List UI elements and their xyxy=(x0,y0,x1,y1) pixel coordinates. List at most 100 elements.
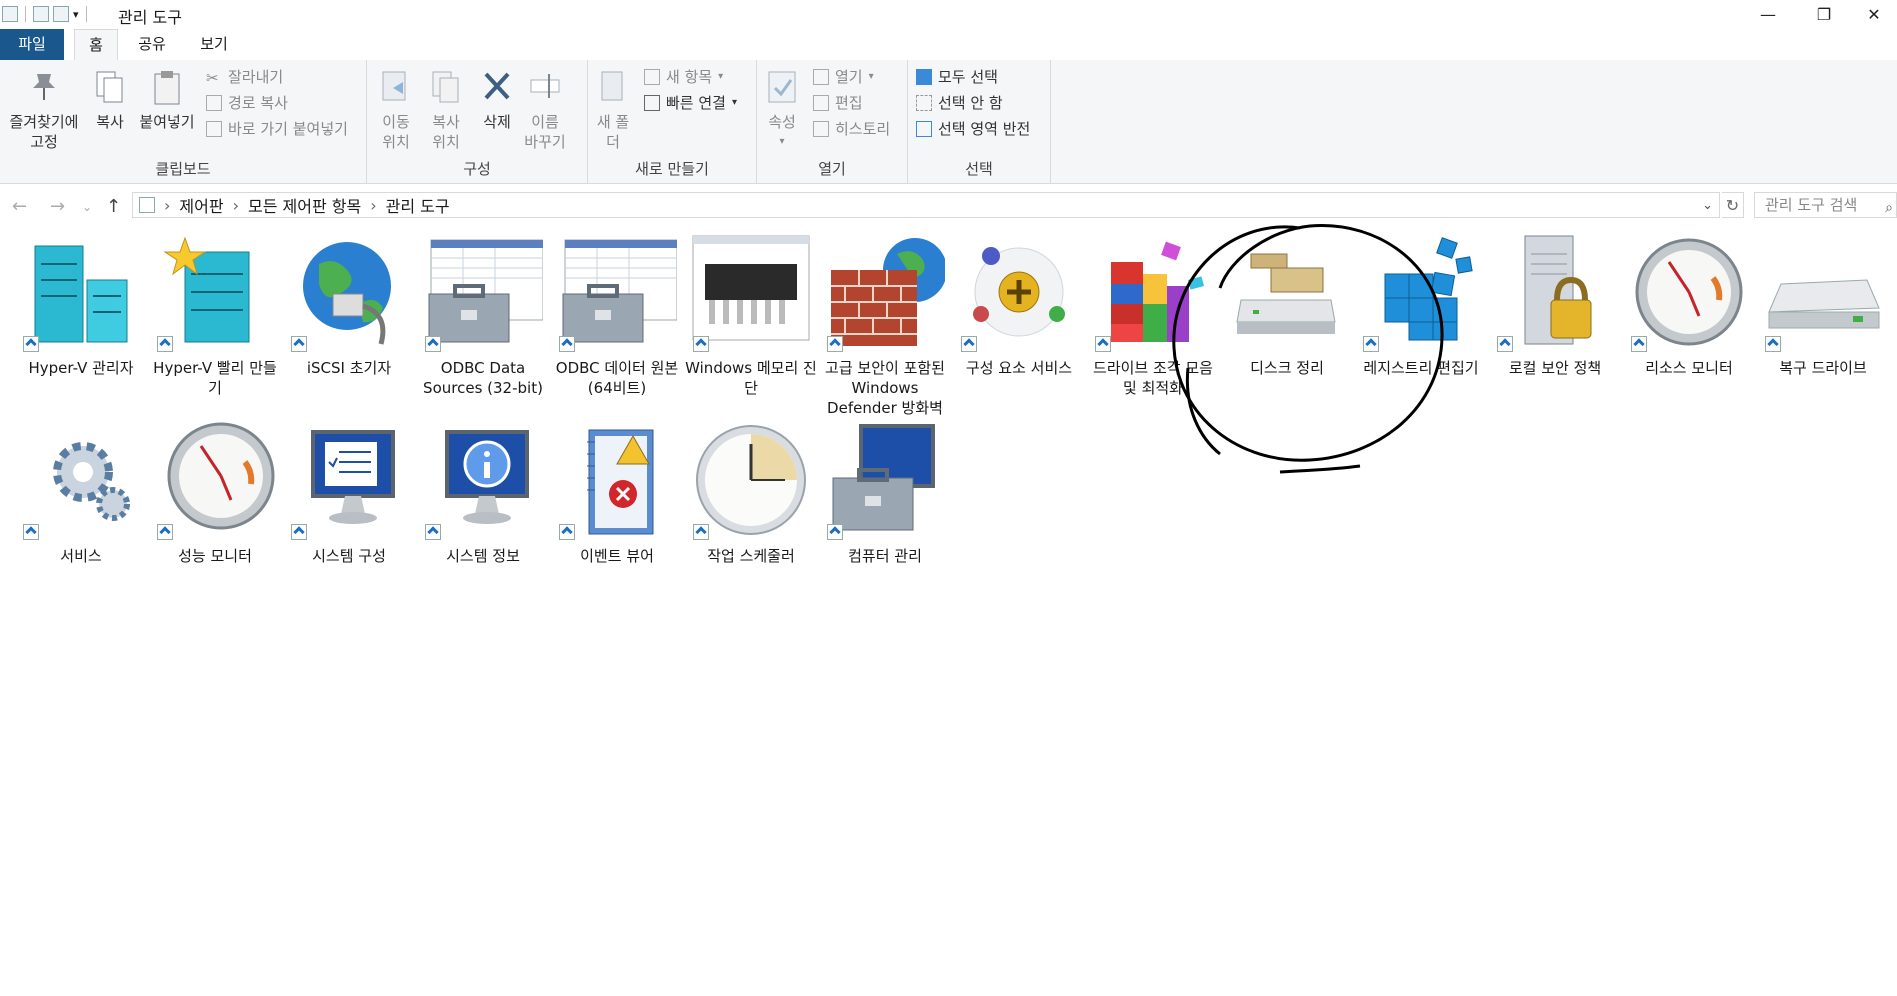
search-placeholder: 관리 도구 검색 xyxy=(1765,196,1858,214)
list-item[interactable]: 성능 모니터 xyxy=(148,422,282,566)
clipboard-group: 즐겨찾기에 고정 복사 붙여넣기 ✂ 잘라내기 경로 복사 바로 가기 붙여넣기… xyxy=(0,60,367,183)
move-to-icon xyxy=(379,68,413,106)
tab-view[interactable]: 보기 xyxy=(194,29,234,60)
copy-path-button[interactable]: 경로 복사 xyxy=(206,92,288,113)
shortcut-arrow-icon xyxy=(961,336,977,352)
dropdown-arrow-icon: ▾ xyxy=(779,136,785,147)
list-item[interactable]: 작업 스케줄러 xyxy=(684,422,818,566)
shortcut-arrow-icon xyxy=(23,524,39,540)
pin-quick-access-button[interactable]: 즐겨찾기에 고정 xyxy=(4,68,84,152)
list-item[interactable]: 컴퓨터 관리 xyxy=(818,422,952,566)
breadcrumb-control-panel[interactable]: 제어판 xyxy=(179,193,223,217)
select-group: 모두 선택 선택 안 함 선택 영역 반전 선택 xyxy=(908,60,1051,183)
move-to-button[interactable]: 이동 위치 xyxy=(375,68,417,152)
toolbox-grid-icon xyxy=(423,234,544,354)
properties-icon[interactable] xyxy=(33,6,49,22)
list-item[interactable]: Hyper-V 빨리 만들기 xyxy=(148,234,282,398)
list-item[interactable]: 고급 보안이 포함된 Windows Defender 방화벽 xyxy=(818,234,952,418)
easy-access-button[interactable]: 빠른 연결 ▾ xyxy=(644,92,737,113)
group-label-select: 선택 xyxy=(965,160,993,178)
select-all-button[interactable]: 모두 선택 xyxy=(916,66,998,87)
item-label: ODBC 데이터 원본(64비트) xyxy=(555,359,679,397)
list-item[interactable]: Windows 메모리 진단 xyxy=(684,234,818,398)
shortcut-arrow-icon xyxy=(1631,336,1647,352)
item-label: Hyper-V 관리자 xyxy=(28,359,134,377)
tab-home[interactable]: 홈 xyxy=(74,29,118,61)
title-bar: ▾ 관리 도구 — ❐ ✕ xyxy=(0,0,1897,29)
open-button[interactable]: 열기 ▾ xyxy=(813,66,874,87)
easy-access-label: 빠른 연결 xyxy=(666,94,726,112)
select-none-button[interactable]: 선택 안 함 xyxy=(916,92,1003,113)
new-folder-label: 새 폴더 xyxy=(596,113,630,151)
edit-button[interactable]: 편집 xyxy=(813,92,863,113)
rename-icon xyxy=(528,68,562,106)
item-label: 로컬 보안 정책 xyxy=(1508,359,1602,377)
search-icon: ⌕ xyxy=(1885,200,1893,216)
list-item[interactable]: 로컬 보안 정책 xyxy=(1488,234,1622,378)
toolbox-grid-icon xyxy=(557,234,678,354)
paste-button[interactable]: 붙여넣기 xyxy=(136,68,198,132)
properties-button[interactable]: 속성 ▾ xyxy=(765,68,799,152)
list-item[interactable]: 이벤트 뷰어 xyxy=(550,422,684,566)
open-label: 열기 xyxy=(835,68,863,86)
copy-to-icon xyxy=(429,68,463,106)
close-button[interactable]: ✕ xyxy=(1851,0,1897,29)
recent-locations-icon[interactable]: ⌄ xyxy=(82,200,92,214)
refresh-icon[interactable]: ↻ xyxy=(1722,192,1744,218)
new-folder-icon[interactable] xyxy=(53,6,69,22)
copy-button[interactable]: 복사 xyxy=(90,68,130,132)
group-label-open: 열기 xyxy=(818,160,846,178)
address-dropdown-icon[interactable]: ⌄ xyxy=(1702,198,1713,213)
customize-dropdown-icon[interactable]: ▾ xyxy=(73,8,79,21)
list-item[interactable]: 구성 요소 서비스 xyxy=(952,234,1086,378)
list-item[interactable]: 시스템 정보 xyxy=(416,422,550,566)
cut-button[interactable]: ✂ 잘라내기 xyxy=(206,66,283,87)
shortcut-arrow-icon xyxy=(291,524,307,540)
rename-button[interactable]: 이름 바꾸기 xyxy=(523,68,567,152)
delete-x-icon xyxy=(480,68,514,106)
properties-label: 속성 xyxy=(768,113,796,131)
list-item[interactable]: ODBC Data Sources (32-bit) xyxy=(416,234,550,398)
list-item[interactable]: iSCSI 초기자 xyxy=(282,234,416,378)
folder-icon xyxy=(596,68,630,106)
up-arrow-icon[interactable]: ↑ xyxy=(106,196,121,217)
item-label: ODBC Data Sources (32-bit) xyxy=(423,359,543,397)
pin-icon xyxy=(27,68,61,106)
search-input[interactable]: 관리 도구 검색 ⌕ xyxy=(1754,192,1897,218)
new-item-button[interactable]: 새 항목 ▾ xyxy=(644,66,723,87)
item-label: 구성 요소 서비스 xyxy=(965,359,1073,377)
paste-shortcut-button[interactable]: 바로 가기 붙여넣기 xyxy=(206,118,348,139)
list-item[interactable]: 복구 드라이브 xyxy=(1756,234,1890,378)
gears-icon xyxy=(21,422,141,542)
group-label-clipboard: 클립보드 xyxy=(155,160,211,178)
invert-selection-button[interactable]: 선택 영역 반전 xyxy=(916,118,1030,139)
folder-app-icon[interactable] xyxy=(2,6,18,22)
window-title: 관리 도구 xyxy=(118,8,182,27)
list-item[interactable]: 리소스 모니터 xyxy=(1622,234,1756,378)
item-label: 고급 보안이 포함된 Windows Defender 방화벽 xyxy=(825,359,945,417)
breadcrumb-admin-tools[interactable]: 관리 도구 xyxy=(386,193,450,217)
new-folder-button[interactable]: 새 폴더 xyxy=(596,68,630,152)
select-none-label: 선택 안 함 xyxy=(938,94,1003,112)
back-arrow-icon[interactable]: ← xyxy=(12,196,27,217)
dropdown-arrow-icon: ▾ xyxy=(731,97,737,108)
list-item[interactable]: 시스템 구성 xyxy=(282,422,416,566)
restore-button[interactable]: ❐ xyxy=(1801,0,1847,29)
minimize-button[interactable]: — xyxy=(1745,0,1791,29)
tab-file[interactable]: 파일 xyxy=(0,29,64,60)
forward-arrow-icon[interactable]: → xyxy=(50,196,65,217)
list-item[interactable]: 서비스 xyxy=(14,422,148,566)
address-bar[interactable]: › 제어판 › 모든 제어판 항목 › 관리 도구 ⌄ xyxy=(132,192,1720,218)
monitor-info-icon xyxy=(423,422,543,542)
copy-icon xyxy=(93,68,127,106)
copy-label: 복사 xyxy=(96,113,124,131)
history-button[interactable]: 히스토리 xyxy=(813,118,890,139)
shortcut-arrow-icon xyxy=(291,336,307,352)
tab-share[interactable]: 공유 xyxy=(132,29,172,60)
list-item[interactable]: ODBC 데이터 원본(64비트) xyxy=(550,234,684,398)
delete-button[interactable]: 삭제 xyxy=(479,68,515,132)
copy-to-button[interactable]: 복사 위치 xyxy=(425,68,467,152)
list-item[interactable]: Hyper-V 관리자 xyxy=(14,234,148,378)
breadcrumb-all-items[interactable]: 모든 제어판 항목 xyxy=(248,193,361,217)
event-log-icon xyxy=(557,422,677,542)
